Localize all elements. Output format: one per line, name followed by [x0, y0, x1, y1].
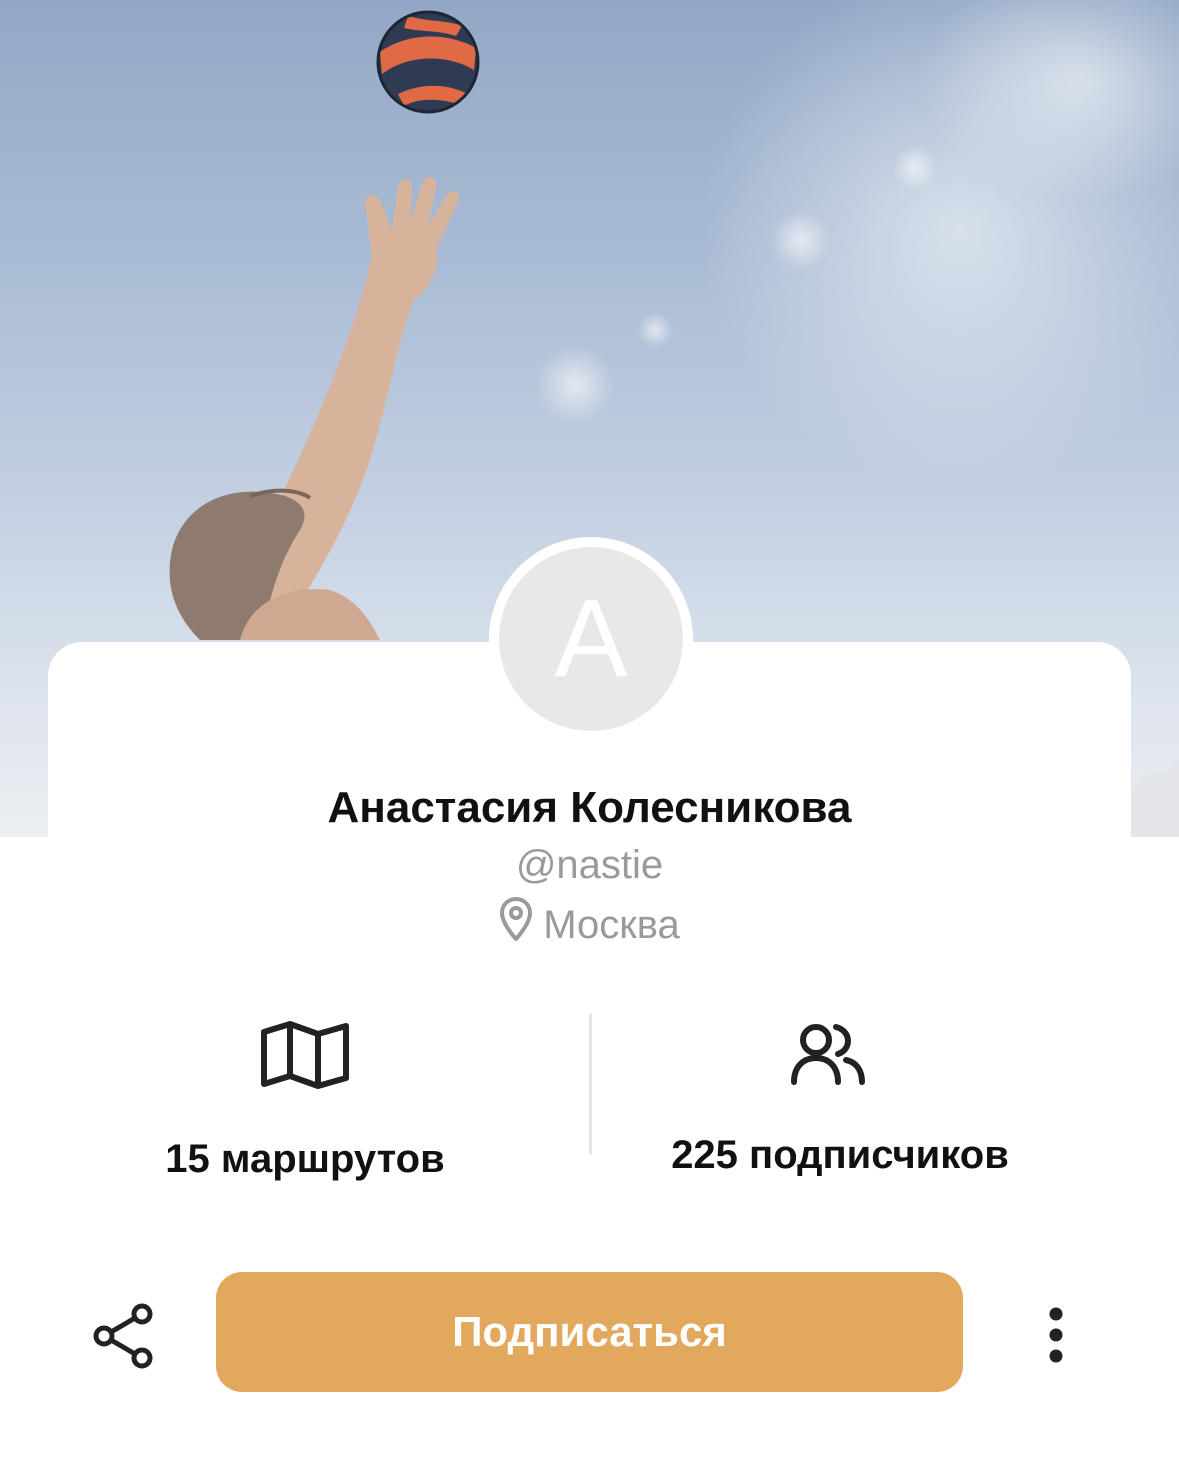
- followers-stat[interactable]: 225 подписчиков: [590, 1020, 1090, 1180]
- routes-stat[interactable]: 15 маршрутов: [55, 1020, 555, 1184]
- map-icon: [55, 1020, 555, 1090]
- more-button[interactable]: [1030, 1300, 1082, 1372]
- routes-count: 15 маршрутов: [165, 1137, 445, 1181]
- followers-count: 225 подписчиков: [671, 1133, 1009, 1177]
- profile-handle: @nastie: [515, 843, 664, 887]
- avatar-initial: A: [499, 547, 683, 731]
- profile-name: Анастасия Колесникова: [327, 783, 852, 832]
- share-button[interactable]: [88, 1300, 160, 1372]
- profile-screen: A Анастасия Колесникова @nastie Москва 1…: [0, 0, 1179, 1458]
- more-vertical-icon: [1030, 1307, 1082, 1376]
- avatar[interactable]: A: [489, 537, 693, 741]
- users-icon: [590, 1020, 1090, 1086]
- map-pin-icon: [499, 896, 533, 954]
- subscribe-button[interactable]: Подписаться: [216, 1272, 963, 1392]
- volleyball: [376, 10, 480, 114]
- profile-location: Москва: [0, 896, 1179, 954]
- location-label: Москва: [543, 903, 680, 947]
- share-icon: [88, 1303, 160, 1376]
